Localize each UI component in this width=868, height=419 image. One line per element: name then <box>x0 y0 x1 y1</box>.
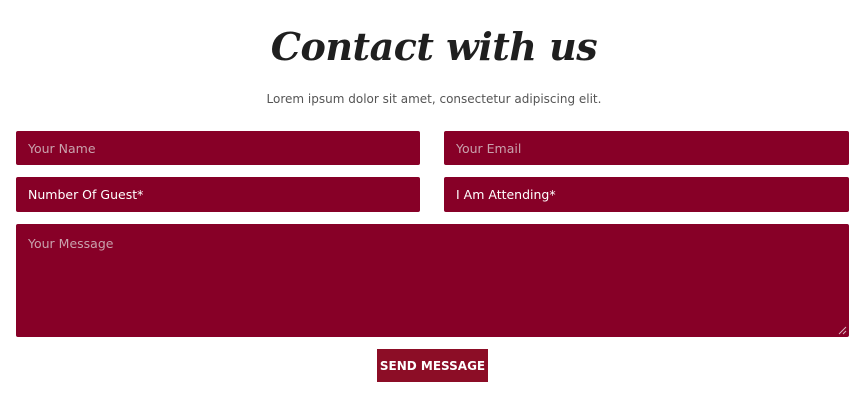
send-message-button[interactable]: SEND MESSAGE <box>377 349 488 382</box>
guest-count-select-value: Number Of Guest* <box>28 187 144 202</box>
name-input[interactable] <box>16 131 420 165</box>
attending-select[interactable]: I Am Attending* <box>444 177 849 212</box>
guest-count-select[interactable]: Number Of Guest* <box>16 177 420 212</box>
attending-select-value: I Am Attending* <box>456 187 556 202</box>
message-textarea[interactable] <box>16 224 849 337</box>
email-input[interactable] <box>444 131 849 165</box>
page-title: Contact with us <box>270 24 598 69</box>
page-subtitle: Lorem ipsum dolor sit amet, consectetur … <box>266 92 602 106</box>
contact-section: Contact with us Lorem ipsum dolor sit am… <box>0 0 868 419</box>
